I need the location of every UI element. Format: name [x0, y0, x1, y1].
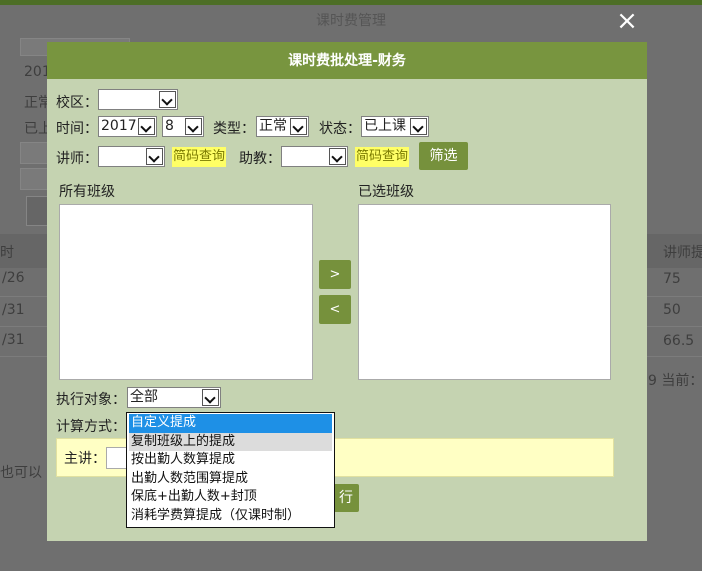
type-select-value: 正常 — [259, 118, 287, 134]
calc-option[interactable]: 复制班级上的提成 — [129, 432, 332, 452]
chevron-down-icon — [146, 148, 163, 165]
month-select[interactable]: 8 — [162, 116, 204, 137]
all-classes-label: 所有班级 — [59, 184, 115, 200]
calc-option[interactable]: 保底+出勤人数+封顶 — [129, 488, 332, 507]
background-page-title: 课时费管理 — [316, 13, 386, 29]
chevron-down-icon — [159, 91, 176, 108]
background-row-value: 75 — [663, 271, 681, 287]
year-select-value: 2017 — [101, 118, 137, 134]
dialog-title: 课时费批处理-财务 — [47, 42, 647, 79]
background-row-date: /31 — [2, 302, 25, 318]
calc-option[interactable]: 按出勤人数算提成 — [129, 451, 332, 470]
background-hint: 也可以 — [0, 465, 42, 481]
campus-select[interactable] — [98, 89, 178, 110]
teacher-select[interactable] — [98, 146, 165, 167]
selected-classes-label: 已选班级 — [358, 184, 414, 200]
year-select[interactable]: 2017 — [98, 116, 157, 137]
chevron-down-icon — [185, 118, 202, 135]
filter-button[interactable]: 筛选 — [419, 142, 468, 170]
assistant-code-search-button[interactable]: 简码查询 — [355, 147, 410, 167]
chevron-down-icon — [290, 118, 307, 135]
background-row-date: /26 — [2, 270, 25, 286]
assistant-label: 助教： — [239, 151, 281, 167]
background-header-right: 讲师提 — [663, 245, 702, 261]
chevron-down-icon — [329, 148, 346, 165]
move-right-button[interactable]: > — [319, 260, 351, 289]
chevron-down-icon — [410, 118, 427, 135]
teacher-code-search-button[interactable]: 简码查询 — [172, 147, 227, 167]
calc-option[interactable]: 出勤人数范围算提成 — [129, 470, 332, 489]
type-label: 类型： — [213, 121, 255, 137]
background-row-date: /31 — [2, 332, 25, 348]
close-icon[interactable]: × — [614, 8, 640, 34]
status-select[interactable]: 已上课 — [361, 116, 429, 137]
lecturer-label: 主讲： — [64, 451, 106, 467]
move-left-button[interactable]: < — [319, 295, 351, 324]
background-input — [20, 168, 50, 190]
time-label: 时间： — [56, 121, 98, 137]
background-top-bar — [0, 0, 702, 5]
assistant-select[interactable] — [281, 146, 348, 167]
selected-classes-list[interactable] — [358, 204, 611, 380]
teacher-label: 讲师： — [56, 151, 98, 167]
chevron-down-icon — [138, 118, 155, 135]
all-classes-list[interactable] — [59, 204, 313, 380]
background-row-value: 50 — [663, 302, 681, 318]
calc-method-dropdown[interactable]: 自定义提成 复制班级上的提成 按出勤人数算提成 出勤人数范围算提成 保底+出勤人… — [126, 412, 335, 528]
background-header-left: 时 — [0, 245, 14, 261]
month-select-value: 8 — [165, 118, 174, 134]
target-label: 执行对象： — [56, 392, 126, 408]
target-select[interactable]: 全部 — [127, 387, 221, 408]
calc-option[interactable]: 消耗学费算提成（仅课时制） — [129, 507, 332, 526]
status-select-value: 已上课 — [364, 118, 406, 134]
background-pager: 9 当前： — [648, 373, 702, 389]
type-select[interactable]: 正常 — [256, 116, 309, 137]
calc-method-label: 计算方式： — [56, 419, 126, 435]
calc-option[interactable]: 自定义提成 — [129, 414, 332, 433]
target-select-value: 全部 — [130, 389, 158, 405]
campus-label: 校区： — [56, 95, 98, 111]
background-input — [20, 142, 50, 164]
chevron-down-icon — [202, 389, 219, 406]
status-label: 状态： — [319, 121, 361, 137]
background-row-value: 66.5 — [663, 333, 695, 349]
execute-button[interactable]: 行 — [333, 484, 359, 512]
